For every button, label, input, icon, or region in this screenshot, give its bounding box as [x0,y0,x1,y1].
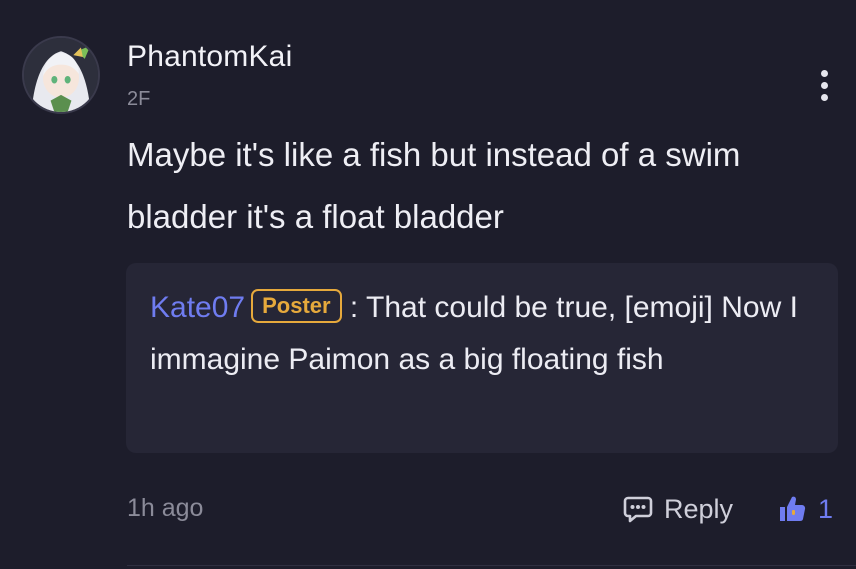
divider [127,565,856,566]
avatar-image [24,38,98,112]
timestamp: 1h ago [127,494,204,522]
username[interactable]: PhantomKai [127,40,292,74]
like-button[interactable]: 1 [776,491,833,527]
dot [820,93,828,101]
comment-bubble-icon [623,496,653,523]
like-count: 1 [818,493,834,524]
poster-badge: Poster [251,289,342,323]
floor-number: 2F [127,88,151,110]
quoted-reply[interactable]: Kate07 Poster : That could be true, [emoj… [126,263,838,453]
comment-card: PhantomKai 2F Maybe it's like a fish but… [0,0,856,569]
more-options-icon[interactable] [808,64,840,106]
avatar[interactable] [22,36,100,114]
reply-button[interactable]: Reply [622,491,733,527]
reply-label: Reply [664,493,734,524]
comment-text: Maybe it's like a fish but instead of a … [127,136,741,235]
quote-separator: : [341,291,367,324]
quote-text: That could be true, [emoji] Now I immagi… [150,291,798,376]
dot [820,69,828,77]
thumbs-up-icon [780,496,806,521]
quote-author[interactable]: Kate07 [150,291,245,324]
dot [820,81,828,89]
